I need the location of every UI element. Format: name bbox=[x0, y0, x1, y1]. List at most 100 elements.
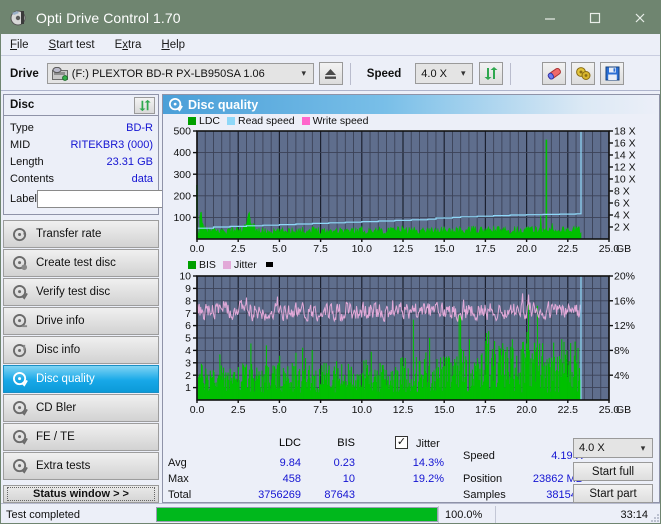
svg-text:10 X: 10 X bbox=[614, 174, 636, 186]
left-panel: Disc Type BD-R MID RITEKBR3 (000) Length… bbox=[3, 94, 241, 481]
disc-row-type: Type BD-R bbox=[10, 119, 153, 136]
sidebar-item-label: FE / TE bbox=[36, 431, 75, 443]
svg-text:0.0: 0.0 bbox=[190, 404, 205, 416]
disc-quality-bis-chart: BIS Jitter 1 2 3 4 5 6 7 8 9 10 4% 8% 12% 16% 20% 0.0 2.… bbox=[163, 258, 659, 418]
resize-grip-icon[interactable] bbox=[650, 513, 660, 523]
sidebar-item-drive-info[interactable]: Drive info bbox=[3, 307, 159, 335]
svg-text:15.0: 15.0 bbox=[434, 404, 455, 416]
menu-item-start-test[interactable]: Start test bbox=[49, 37, 105, 53]
stats-col-bis: BIS bbox=[337, 437, 355, 449]
chevron-down-icon: ▾ bbox=[301, 68, 307, 78]
sidebar-item-fe-te[interactable]: FE / TE bbox=[3, 423, 159, 451]
svg-text:10: 10 bbox=[179, 271, 191, 283]
svg-text:5.0: 5.0 bbox=[272, 243, 287, 255]
svg-text:17.5: 17.5 bbox=[475, 243, 496, 255]
sidebar-item-disc-info[interactable]: Disc info bbox=[3, 336, 159, 364]
disc-row-key: MID bbox=[10, 138, 31, 151]
svg-text:10.0: 10.0 bbox=[352, 404, 373, 416]
stats-bis-avg: 0.23 bbox=[333, 457, 355, 469]
test-speed-value: 4.0 X bbox=[579, 442, 605, 454]
ldc-chart-svg[interactable]: 1002003004005002 X4 X6 X8 X10 X12 X14 X1… bbox=[163, 126, 659, 257]
bis-chart-svg[interactable]: 12345678910 4% 8% 12% 16% 20% 0.0 2.5 5.0 7.5 10.0… bbox=[163, 271, 659, 418]
svg-text:18 X: 18 X bbox=[614, 127, 636, 138]
page-title: Disc quality bbox=[188, 97, 259, 112]
svg-text:1: 1 bbox=[185, 382, 191, 394]
sidebar-item-label: Disc info bbox=[36, 344, 81, 356]
svg-text:5: 5 bbox=[185, 333, 191, 345]
menu-item-help[interactable]: Help bbox=[161, 37, 195, 53]
sidebar-item-label: Transfer rate bbox=[36, 228, 102, 240]
legend-swatch bbox=[222, 260, 231, 269]
status-bar: Test completed 100.0% 33:14 bbox=[1, 503, 660, 523]
sidebar-item-label: Verify test disc bbox=[36, 286, 111, 298]
stats-panel: LDC BIS Avg Max Total 9.84 458 3756269 0… bbox=[163, 433, 659, 503]
legend-item-jitter: Jitter bbox=[222, 258, 257, 271]
sidebar-item-verify-test-disc[interactable]: Verify test disc bbox=[3, 278, 159, 306]
jitter-checkbox-box[interactable]: ✓ bbox=[395, 436, 408, 449]
svg-text:7.5: 7.5 bbox=[313, 243, 328, 255]
menu-bar: FFileile Start test Extra Help bbox=[1, 34, 660, 56]
sidebar-item-cd-bler[interactable]: CD Bler bbox=[3, 394, 159, 422]
disc-row-mid: MID RITEKBR3 (000) bbox=[10, 136, 153, 153]
svg-text:22.5: 22.5 bbox=[558, 404, 579, 416]
legend-label: Write speed bbox=[312, 114, 369, 127]
speed-value: 4.0 X bbox=[421, 67, 447, 80]
settings-button[interactable] bbox=[571, 62, 596, 85]
speed-label: Speed bbox=[366, 67, 402, 80]
erase-button[interactable] bbox=[542, 62, 567, 85]
disc-row-length: Length 23.31 GB bbox=[10, 153, 153, 170]
start-part-label: Start part bbox=[589, 487, 637, 500]
disc-refresh-button[interactable] bbox=[134, 96, 155, 114]
svg-text:20.0: 20.0 bbox=[516, 243, 537, 255]
minimize-button[interactable] bbox=[527, 1, 572, 34]
legend-item-read-speed: Read speed bbox=[227, 115, 295, 127]
svg-text:12.5: 12.5 bbox=[393, 243, 414, 255]
position-stat-label: Position bbox=[463, 473, 503, 485]
legend-item-ldc: LDC bbox=[188, 115, 220, 127]
svg-text:10.0: 10.0 bbox=[352, 243, 373, 255]
svg-text:2.5: 2.5 bbox=[231, 243, 246, 255]
svg-text:17.5: 17.5 bbox=[475, 404, 496, 416]
legend-item-extra bbox=[264, 262, 276, 267]
svg-text:15.0: 15.0 bbox=[434, 243, 455, 255]
svg-text:0.0: 0.0 bbox=[190, 243, 205, 255]
close-button[interactable] bbox=[617, 1, 660, 34]
legend-swatch bbox=[265, 262, 273, 267]
test-speed-select[interactable]: 4.0 X ▾ bbox=[573, 438, 653, 458]
svg-text:16 X: 16 X bbox=[614, 138, 636, 150]
legend-swatch bbox=[188, 116, 196, 125]
drive-select[interactable]: (F:) PLEXTOR BD-R PX-LB950SA 1.06 ▾ bbox=[46, 63, 314, 84]
jitter-checkbox[interactable]: ✓ bbox=[395, 436, 408, 449]
save-button[interactable] bbox=[600, 62, 625, 85]
sidebar-item-create-test-disc[interactable]: Create test disc bbox=[3, 249, 159, 277]
svg-text:100: 100 bbox=[173, 212, 191, 224]
stats-ldc-avg: 9.84 bbox=[279, 457, 301, 469]
stats-jitter-avg: 14.3% bbox=[412, 457, 444, 469]
svg-text:12 X: 12 X bbox=[614, 162, 636, 174]
svg-text:20.0: 20.0 bbox=[516, 404, 537, 416]
status-window-button[interactable]: Status window > > bbox=[3, 485, 159, 503]
menu-item-extra[interactable]: Extra bbox=[115, 37, 152, 53]
speed-select[interactable]: 4.0 X ▾ bbox=[415, 63, 474, 84]
eject-button[interactable] bbox=[318, 62, 343, 85]
legend-label: Jitter bbox=[233, 258, 257, 271]
elapsed-time: 33:14 bbox=[495, 506, 660, 523]
start-full-button[interactable]: Start full bbox=[573, 462, 653, 481]
maximize-button[interactable] bbox=[572, 1, 617, 34]
svg-text:400: 400 bbox=[173, 147, 191, 159]
svg-text:8: 8 bbox=[185, 295, 191, 307]
sidebar-item-disc-quality[interactable]: Disc quality bbox=[3, 365, 159, 393]
disc-label-row: Label bbox=[10, 188, 241, 210]
sidebar-item-transfer-rate[interactable]: Transfer rate bbox=[3, 220, 159, 248]
sidebar-item-label: Create test disc bbox=[36, 257, 116, 269]
sidebar-item-extra-tests[interactable]: Extra tests bbox=[3, 452, 159, 480]
disc-extra-icon bbox=[9, 458, 31, 474]
menu-item-file[interactable]: FFileile bbox=[10, 37, 39, 53]
svg-text:12.5: 12.5 bbox=[393, 404, 414, 416]
stats-row-total: Total bbox=[168, 489, 192, 501]
legend-swatch bbox=[227, 116, 236, 125]
refresh-button[interactable] bbox=[479, 62, 504, 85]
legend-label: LDC bbox=[199, 114, 221, 127]
start-part-button[interactable]: Start part bbox=[573, 484, 653, 503]
disc-quality-icon bbox=[169, 97, 183, 112]
